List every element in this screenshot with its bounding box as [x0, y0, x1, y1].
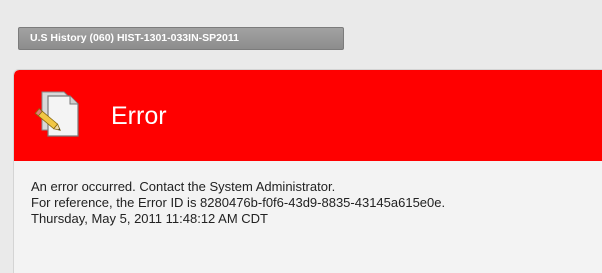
error-reference-line: For reference, the Error ID is 8280476b-… [31, 195, 446, 210]
error-title: Error [111, 102, 167, 130]
document-pencil-icon [34, 86, 86, 138]
page: U.S History (060) HIST-1301-033IN-SP2011 [0, 0, 602, 273]
error-timestamp: Thursday, May 5, 2011 11:48:12 AM CDT [31, 211, 269, 226]
error-panel: Error An error occurred. Contact the Sys… [13, 69, 602, 273]
course-breadcrumb[interactable]: U.S History (060) HIST-1301-033IN-SP2011 [18, 27, 344, 50]
error-header: Error [14, 70, 602, 161]
error-message: An error occurred. Contact the System Ad… [31, 179, 445, 227]
error-message-line: An error occurred. Contact the System Ad… [31, 179, 336, 194]
